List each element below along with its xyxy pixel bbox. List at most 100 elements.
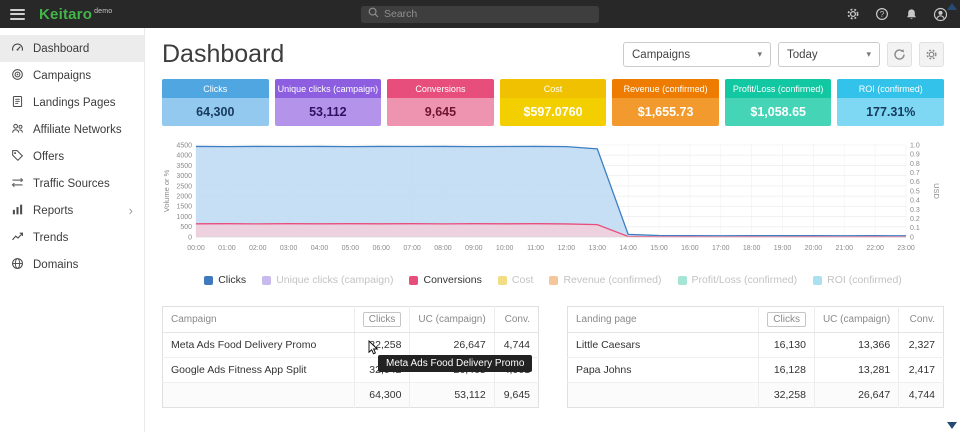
sidebar-item-label: Offers [33,151,64,163]
svg-text:0.2: 0.2 [910,216,920,223]
column-header-clicks[interactable]: Clicks [354,307,410,333]
column-header-clicks[interactable]: Clicks [759,307,815,333]
metric-card-cost[interactable]: Cost $597.0760 [500,79,607,126]
column-header-campaign[interactable]: Campaign [163,307,355,333]
legend-item-profit-loss[interactable]: Profit/Loss (confirmed) [678,274,798,286]
svg-text:08:00: 08:00 [434,245,452,252]
metric-label: Cost [500,79,607,98]
global-search[interactable] [361,6,599,23]
settings-gear-icon[interactable] [845,6,861,22]
sidebar-item-label: Domains [33,259,78,271]
campaigns-filter-select[interactable]: Campaigns ▾ [623,42,771,67]
sidebar-item-affiliate-networks[interactable]: Affiliate Networks [0,116,144,143]
campaign-name-cell[interactable]: Meta Ads Food Delivery Promo [163,333,355,358]
dashboard-settings-button[interactable] [919,42,944,67]
app-root: Keitarodemo ? Dashboard [0,0,960,432]
metric-card-unique-clicks[interactable]: Unique clicks (campaign) 53,112 [275,79,382,126]
legend-swatch [498,276,507,285]
sidebar-item-dashboard[interactable]: Dashboard [0,35,144,62]
svg-text:?: ? [880,10,885,19]
metric-card-revenue[interactable]: Revenue (confirmed) $1,655.73 [612,79,719,126]
svg-text:14:00: 14:00 [619,245,637,252]
total-conv-cell: 9,645 [494,383,538,408]
column-header-conv[interactable]: Conv. [899,307,944,333]
metric-card-clicks[interactable]: Clicks 64,300 [162,79,269,126]
column-header-uc[interactable]: UC (campaign) [410,307,494,333]
search-input[interactable] [384,8,592,20]
refresh-button[interactable] [887,42,912,67]
legend-swatch [204,276,213,285]
sidebar-item-label: Landings Pages [33,97,115,109]
landing-pages-table: Landing page Clicks UC (campaign) Conv. … [567,306,944,408]
svg-text:0: 0 [188,234,192,241]
svg-text:23:00: 23:00 [897,245,915,252]
legend-label: ROI (confirmed) [827,274,902,286]
svg-text:4500: 4500 [176,142,192,149]
totals-row: 32,258 26,647 4,744 [568,383,944,408]
date-range-select[interactable]: Today ▾ [778,42,880,67]
svg-text:13:00: 13:00 [589,245,607,252]
sidebar-item-campaigns[interactable]: Campaigns [0,62,144,89]
user-avatar-icon[interactable] [932,6,948,22]
legend-item-clicks[interactable]: Clicks [204,274,246,286]
metric-card-profit-loss[interactable]: Profit/Loss (confirmed) $1,058.65 [725,79,832,126]
menu-toggle-icon[interactable] [10,9,25,20]
table-row[interactable]: Papa Johns 16,128 13,281 2,417 [568,358,944,383]
column-header-landing-page[interactable]: Landing page [568,307,759,333]
metric-card-roi[interactable]: ROI (confirmed) 177.31% [837,79,944,126]
svg-text:01:00: 01:00 [218,245,236,252]
uc-cell: 26,647 [410,333,494,358]
dashboard-gauge-icon [11,41,24,57]
help-icon[interactable]: ? [874,6,890,22]
svg-text:0.4: 0.4 [910,198,920,205]
svg-text:07:00: 07:00 [403,245,421,252]
traffic-chart-canvas[interactable]: 00:0001:0002:0003:0004:0005:0006:0007:00… [162,140,944,262]
campaign-name-cell[interactable]: Google Ads Fitness App Split [163,358,355,383]
totals-row: 64,300 53,112 9,645 [163,383,539,408]
svg-text:20:00: 20:00 [805,245,823,252]
table-row[interactable]: Little Caesars 16,130 13,366 2,327 [568,333,944,358]
chevron-right-icon: › [129,204,133,217]
landing-name-cell[interactable]: Little Caesars [568,333,759,358]
legend-item-unique-clicks[interactable]: Unique clicks (campaign) [262,274,393,286]
svg-text:USD: USD [932,183,941,199]
legend-item-roi[interactable]: ROI (confirmed) [813,274,902,286]
sidebar-item-traffic-sources[interactable]: Traffic Sources [0,170,144,197]
scroll-up-arrow[interactable] [947,3,957,10]
page-header: Dashboard Campaigns ▾ Today ▾ [146,28,960,75]
landing-name-cell[interactable]: Papa Johns [568,358,759,383]
metric-value: $1,058.65 [725,98,832,126]
bullseye-icon [11,68,24,84]
metric-label: Unique clicks (campaign) [275,79,382,98]
column-header-conv[interactable]: Conv. [494,307,538,333]
legend-item-conversions[interactable]: Conversions [409,274,481,286]
campaigns-filter-label: Campaigns [632,49,690,61]
sidebar-item-offers[interactable]: Offers [0,143,144,170]
metric-value: 177.31% [837,98,944,126]
sidebar-item-landings[interactable]: Landings Pages [0,89,144,116]
column-header-uc[interactable]: UC (campaign) [814,307,898,333]
empty-cell [568,383,759,408]
uc-cell: 13,366 [814,333,898,358]
traffic-chart: 00:0001:0002:0003:0004:0005:0006:0007:00… [162,140,944,262]
hover-tooltip: Meta Ads Food Delivery Promo [378,355,532,372]
metric-card-conversions[interactable]: Conversions 9,645 [387,79,494,126]
empty-cell [163,383,355,408]
sidebar-item-trends[interactable]: Trends [0,224,144,251]
svg-text:500: 500 [180,224,192,231]
table-header-row: Landing page Clicks UC (campaign) Conv. [568,307,944,333]
svg-text:0.3: 0.3 [910,207,920,214]
svg-text:0: 0 [910,234,914,241]
sidebar-item-domains[interactable]: Domains [0,251,144,278]
notifications-bell-icon[interactable] [903,6,919,22]
legend-item-cost[interactable]: Cost [498,274,534,286]
legend-item-revenue[interactable]: Revenue (confirmed) [549,274,661,286]
people-icon [11,122,24,138]
svg-text:2000: 2000 [176,194,192,201]
svg-text:0.7: 0.7 [910,170,920,177]
scroll-down-arrow[interactable] [947,422,957,429]
sidebar-item-reports[interactable]: Reports › [0,197,144,224]
legend-label: Unique clicks (campaign) [276,274,393,286]
table-row[interactable]: Meta Ads Food Delivery Promo 32,258 26,6… [163,333,539,358]
app-logo[interactable]: Keitarodemo [39,6,112,23]
